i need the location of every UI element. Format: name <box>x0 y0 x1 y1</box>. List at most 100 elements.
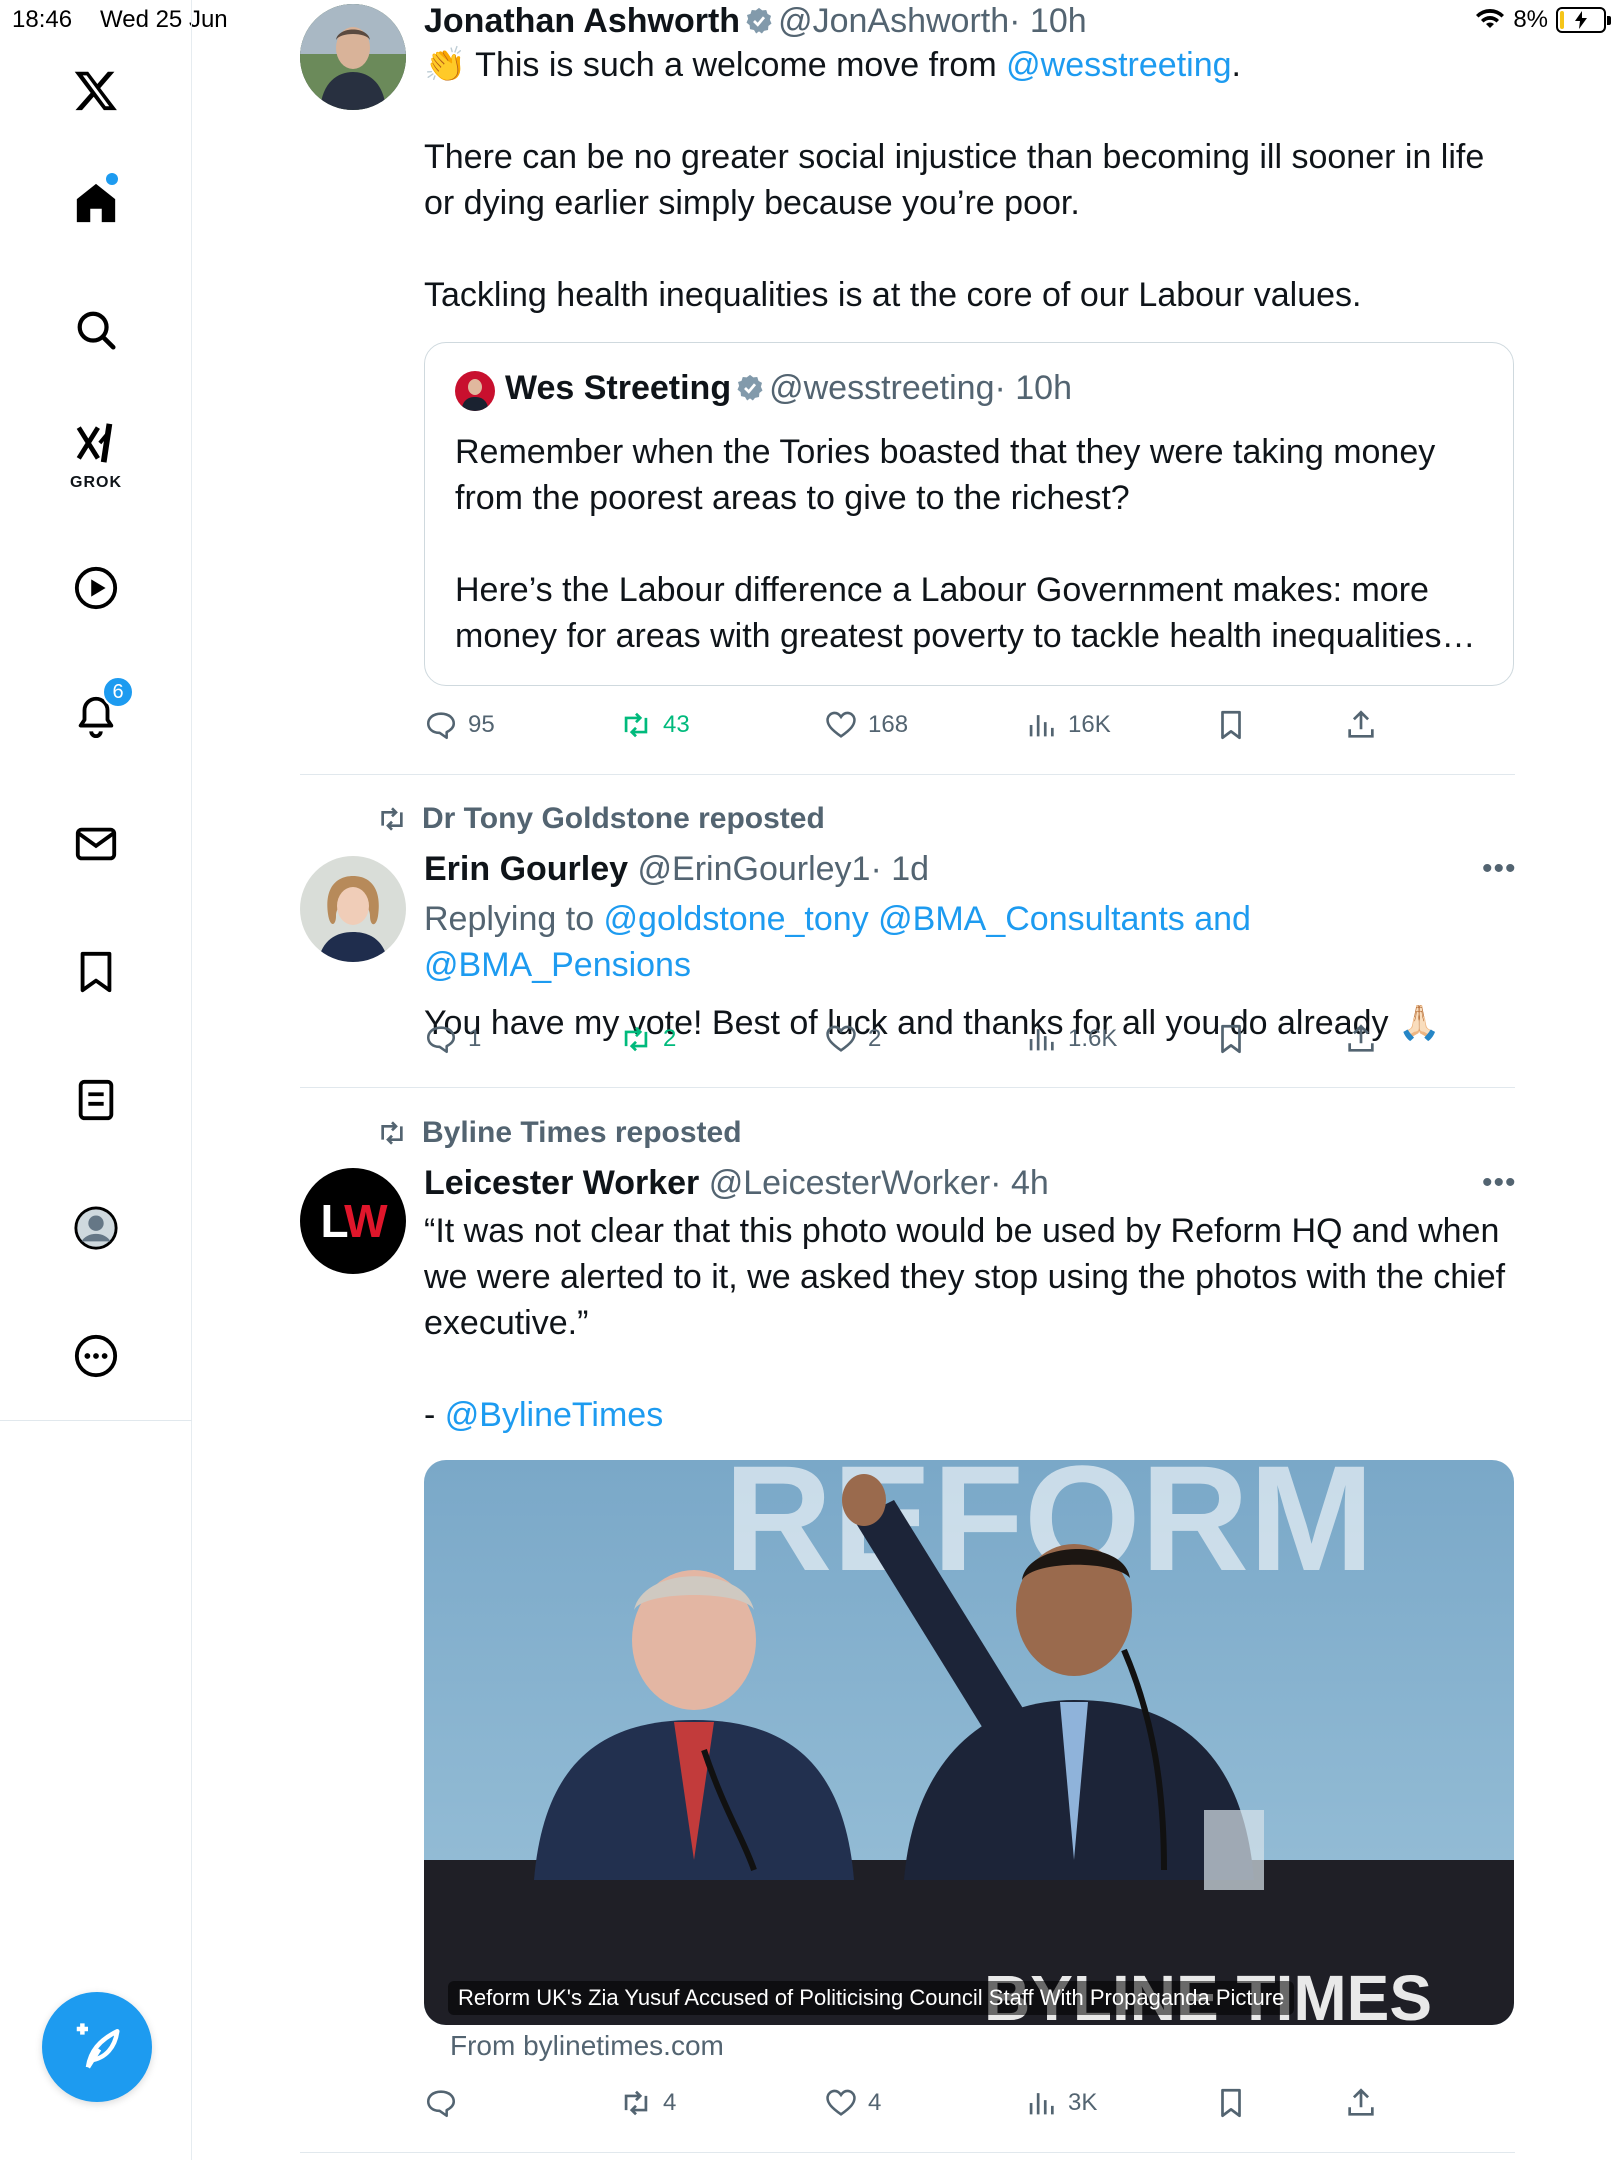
link-card-source[interactable]: From bylinetimes.com <box>450 2030 724 2062</box>
tweet-divider <box>300 2152 1515 2153</box>
tweet-header: Erin Gourley @ErinGourley1· 1d <box>424 848 1514 890</box>
nav-search[interactable] <box>0 290 192 370</box>
quoted-time: · 10h <box>994 369 1073 407</box>
tweet-paragraph: “It was not clear that this photo would … <box>424 1212 1506 1342</box>
repost-icon <box>624 712 648 738</box>
share-button[interactable] <box>1344 2078 1378 2128</box>
author-name[interactable]: Leicester Worker <box>424 1164 699 1202</box>
share-button[interactable] <box>1344 1014 1378 1064</box>
like-count: 4 <box>868 2089 882 2116</box>
share-button[interactable] <box>1344 700 1378 750</box>
tweet-actions: 1 2 2 1.6K <box>424 1014 1424 1064</box>
views-button[interactable]: 1.6K <box>1024 1014 1117 1064</box>
tweet-divider <box>300 774 1515 775</box>
tweet-paragraph: Tackling health inequalities is at the c… <box>424 276 1362 314</box>
tweet-text-line1: This is such a welcome move from <box>466 46 1007 84</box>
avatar-initials: LW <box>321 1194 388 1248</box>
reply-button[interactable] <box>424 2078 468 2128</box>
avatar[interactable] <box>300 4 406 110</box>
reply-count: 1 <box>468 1025 482 1052</box>
list-icon <box>78 1079 114 1121</box>
mention-link[interactable]: @wesstreeting <box>1006 46 1231 84</box>
avatar[interactable] <box>300 856 406 962</box>
bookmark-button[interactable] <box>1214 2078 1248 2128</box>
nav-home[interactable] <box>0 163 192 243</box>
compose-icon <box>76 2023 120 2069</box>
nav-video[interactable] <box>0 548 192 628</box>
bookmark-icon <box>1221 710 1241 740</box>
like-icon <box>826 1025 856 1052</box>
tweet-text-line1-end: . <box>1231 46 1241 84</box>
tweet-time[interactable]: · 10h <box>1009 2 1087 40</box>
reply-icon <box>426 712 456 740</box>
author-name[interactable]: Jonathan Ashworth <box>424 2 740 40</box>
x-logo-icon[interactable] <box>0 50 192 130</box>
tweet-more-button[interactable]: ••• <box>1482 1166 1517 1200</box>
play-icon <box>74 566 118 610</box>
nav-bookmarks[interactable] <box>0 932 192 1012</box>
repost-icon <box>381 1121 403 1145</box>
repost-icon <box>624 1026 648 1052</box>
views-count: 16K <box>1068 711 1111 738</box>
author-handle[interactable]: @LeicesterWorker <box>709 1164 990 1202</box>
nav-more[interactable] <box>0 1316 192 1396</box>
nav-notifications[interactable]: 6 <box>0 676 192 756</box>
tweet-more-button[interactable]: ••• <box>1482 852 1517 886</box>
grok-label: GROK <box>70 474 122 491</box>
quoted-author-name: Wes Streeting <box>505 369 732 407</box>
sidebar: GROK 6 <box>0 0 192 2160</box>
author-handle[interactable]: @ErinGourley1 <box>638 850 871 888</box>
tweet-time[interactable]: · 4h <box>990 1164 1049 1202</box>
quoted-header: Wes Streeting @wesstreeting· 10h <box>505 367 1072 409</box>
bookmark-icon <box>1221 1024 1241 1054</box>
reposted-by[interactable]: Dr Tony Goldstone reposted <box>376 802 825 836</box>
quoted-paragraph: Remember when the Tories boasted that th… <box>455 433 1436 517</box>
tweet-actions: 95 43 168 16K <box>424 700 1424 750</box>
views-count: 3K <box>1068 2089 1098 2116</box>
tweet-header: Jonathan Ashworth @JonAshworth· 10h <box>424 0 1514 42</box>
reply-button[interactable]: 95 <box>424 700 495 750</box>
repost-button[interactable]: 2 <box>619 1014 676 1064</box>
share-icon <box>1348 2088 1374 2116</box>
nav-lists[interactable] <box>0 1060 192 1140</box>
author-name[interactable]: Erin Gourley <box>424 850 628 888</box>
nav-profile[interactable] <box>0 1188 192 1268</box>
search-icon <box>77 311 116 350</box>
views-button[interactable]: 3K <box>1024 2078 1097 2128</box>
like-icon <box>826 2089 856 2116</box>
avatar[interactable]: LW <box>300 1168 406 1274</box>
reply-icon <box>426 1026 456 1054</box>
repost-icon <box>381 807 403 831</box>
like-count: 168 <box>868 711 909 738</box>
quoted-handle: @wesstreeting <box>769 369 995 407</box>
nav-grok[interactable]: GROK <box>0 410 192 491</box>
reposted-by-label: Dr Tony Goldstone reposted <box>422 802 825 835</box>
like-button[interactable]: 2 <box>824 1014 881 1064</box>
tweet-actions: 4 4 3K <box>424 2078 1424 2128</box>
mention-link[interactable]: @BylineTimes <box>445 1396 663 1434</box>
compose-button[interactable] <box>42 1992 152 2102</box>
tweet-time[interactable]: · 1d <box>870 850 929 888</box>
link-card-image[interactable]: REFORM BYLINE TIMES Reform UK's Zia Yusu… <box>424 1460 1514 2025</box>
reply-button[interactable]: 1 <box>424 1014 481 1064</box>
like-button[interactable]: 4 <box>824 2078 881 2128</box>
reposted-by-label: Byline Times reposted <box>422 1116 742 1149</box>
bookmark-icon <box>1221 2088 1241 2118</box>
tweet-content: Jonathan Ashworth @JonAshworth· 10h 👏 Thi… <box>424 0 1514 318</box>
repost-button[interactable]: 4 <box>619 2078 676 2128</box>
nav-messages[interactable] <box>0 804 192 884</box>
bookmark-button[interactable] <box>1214 1014 1248 1064</box>
like-button[interactable]: 168 <box>824 700 908 750</box>
author-handle[interactable]: @JonAshworth <box>778 2 1009 40</box>
quoted-tweet[interactable]: Wes Streeting @wesstreeting· 10h Remember… <box>424 342 1514 686</box>
repost-count: 4 <box>663 2089 677 2116</box>
reposted-by[interactable]: Byline Times reposted <box>376 1116 742 1150</box>
tweet-paragraph: There can be no greater social injustice… <box>424 138 1485 222</box>
mail-icon <box>75 827 117 861</box>
timeline-feed: Jonathan Ashworth @JonAshworth· 10h 👏 Thi… <box>192 0 1620 2160</box>
clap-emoji: 👏 <box>424 46 467 84</box>
tweet-text: 👏 This is such a welcome move from @wess… <box>424 42 1514 88</box>
bookmark-button[interactable] <box>1214 700 1248 750</box>
views-button[interactable]: 16K <box>1024 700 1111 750</box>
repost-button[interactable]: 43 <box>619 700 690 750</box>
